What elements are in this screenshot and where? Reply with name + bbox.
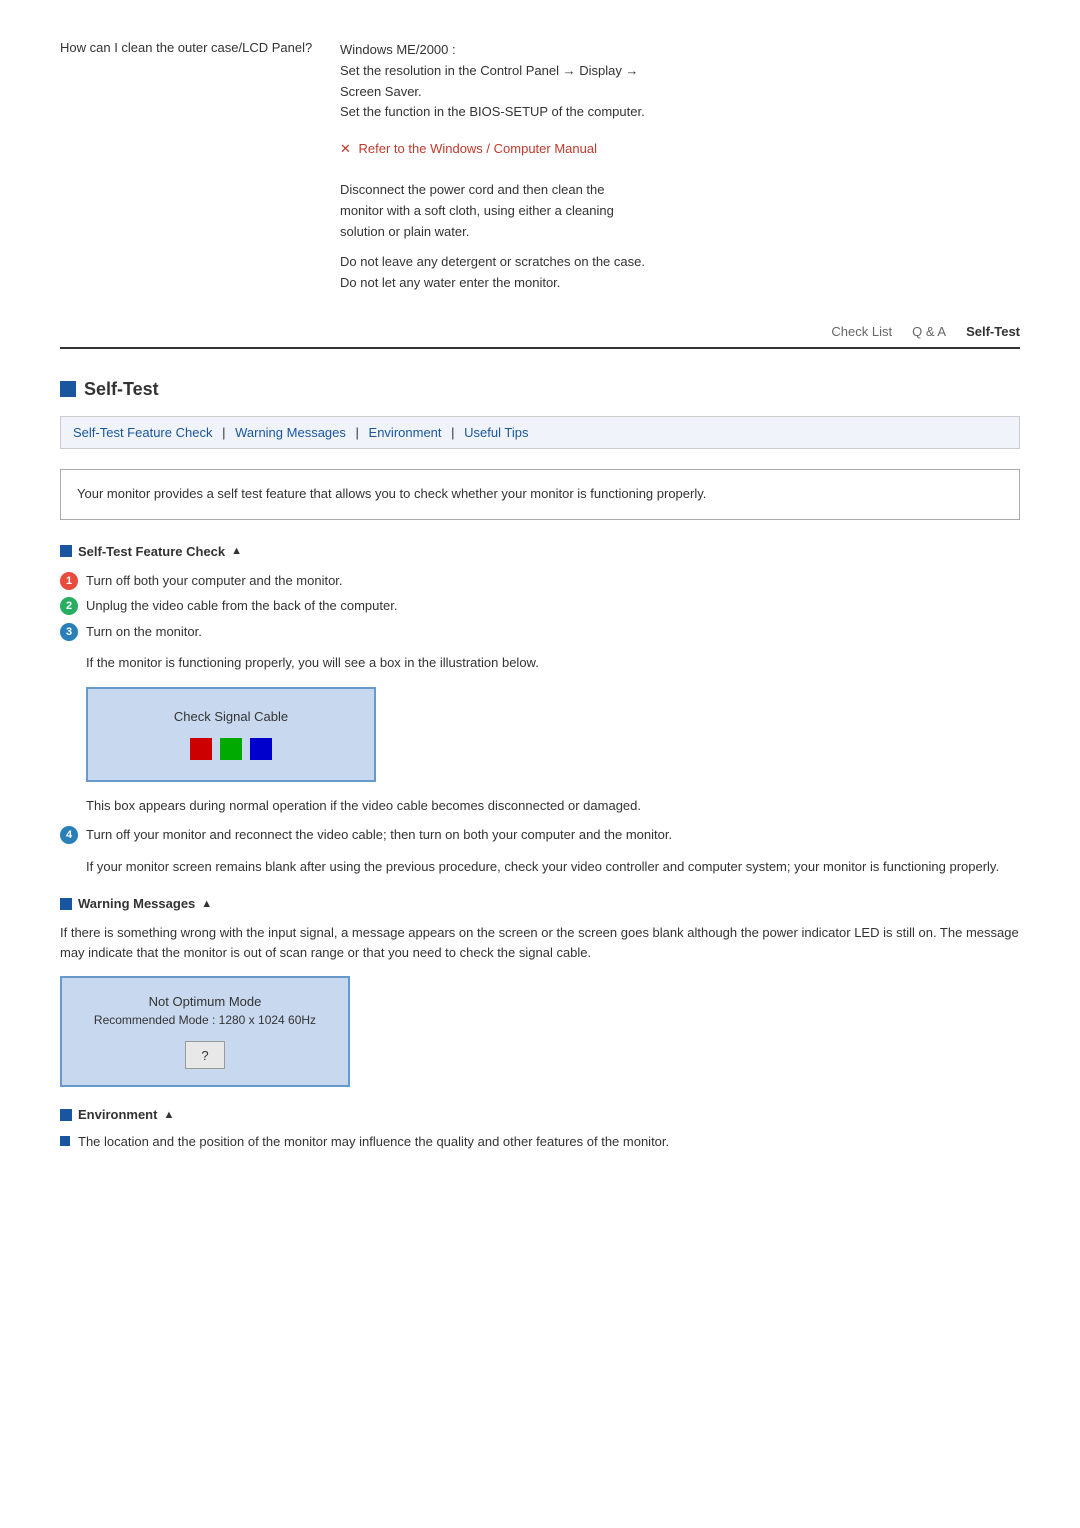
recommended-mode-label: Recommended Mode : 1280 x 1024 60Hz — [78, 1013, 332, 1027]
step-2: 2 Unplug the video cable from the back o… — [60, 596, 1020, 616]
step-4-number: 4 — [60, 826, 78, 844]
cleaning-line3: solution or plain water. — [340, 222, 1020, 243]
step-4-text: Turn off your monitor and reconnect the … — [86, 825, 1020, 845]
sub-nav-useful-tips[interactable]: Useful Tips — [464, 425, 528, 440]
feature-check-triangle: ▲ — [231, 545, 242, 557]
sub-nav-environment[interactable]: Environment — [369, 425, 442, 440]
monitor-illustration-box: Check Signal Cable — [86, 687, 376, 782]
sub-nav-feature-check[interactable]: Self-Test Feature Check — [73, 425, 212, 440]
cleaning-line1: Disconnect the power cord and then clean… — [340, 180, 1020, 201]
tab-qa[interactable]: Q & A — [912, 324, 946, 343]
step-3-indent: If the monitor is functioning properly, … — [86, 653, 1020, 673]
sub-nav-sep1: | — [222, 425, 225, 440]
windows-line3: Set the function in the BIOS-SETUP of th… — [340, 102, 1020, 123]
step-4: 4 Turn off your monitor and reconnect th… — [60, 825, 1020, 845]
tab-check-list[interactable]: Check List — [831, 324, 892, 343]
not-optimum-mode-label: Not Optimum Mode — [78, 994, 332, 1009]
self-test-section-icon — [60, 381, 76, 397]
sub-nav-sep2: | — [356, 425, 359, 440]
step-3-text: Turn on the monitor. — [86, 622, 1020, 642]
warning-illustration-box: Not Optimum Mode Recommended Mode : 1280… — [60, 976, 350, 1087]
step-1: 1 Turn off both your computer and the mo… — [60, 571, 1020, 591]
step-4-indent: If your monitor screen remains blank aft… — [86, 857, 1020, 877]
environment-item-1: The location and the position of the mon… — [60, 1134, 1020, 1149]
box-note-text: This box appears during normal operation… — [86, 796, 1020, 816]
check-signal-cable-label: Check Signal Cable — [108, 709, 354, 724]
cleaning-line5: Do not let any water enter the monitor. — [340, 273, 1020, 294]
bullet-icon-1 — [60, 1136, 70, 1146]
step-3: 3 Turn on the monitor. — [60, 622, 1020, 642]
red-square — [190, 738, 212, 760]
environment-title: Environment — [78, 1107, 157, 1122]
environment-triangle: ▲ — [163, 1109, 174, 1121]
self-test-title: Self-Test — [84, 379, 159, 400]
x-mark-icon: ✕ — [340, 141, 351, 156]
green-square — [220, 738, 242, 760]
warning-messages-description: If there is something wrong with the inp… — [60, 923, 1020, 962]
environment-icon — [60, 1109, 72, 1121]
qa-question-label: How can I clean the outer case/LCD Panel… — [60, 40, 312, 55]
warning-messages-title: Warning Messages — [78, 896, 195, 911]
cleaning-line4: Do not leave any detergent or scratches … — [340, 252, 1020, 273]
step-1-number: 1 — [60, 572, 78, 590]
sub-nav-warning-messages[interactable]: Warning Messages — [235, 425, 346, 440]
blue-square — [250, 738, 272, 760]
warning-messages-triangle: ▲ — [201, 898, 212, 910]
environment-item-1-text: The location and the position of the mon… — [78, 1134, 669, 1149]
windows-line2: Screen Saver. — [340, 82, 1020, 103]
step-1-text: Turn off both your computer and the moni… — [86, 571, 1020, 591]
warning-messages-icon — [60, 898, 72, 910]
tab-self-test[interactable]: Self-Test — [966, 324, 1020, 349]
color-squares-row — [108, 738, 354, 760]
step-2-text: Unplug the video cable from the back of … — [86, 596, 1020, 616]
sub-nav-sep3: | — [451, 425, 454, 440]
feature-check-icon — [60, 545, 72, 557]
feature-check-title: Self-Test Feature Check — [78, 544, 225, 559]
refer-link[interactable]: Refer to the Windows / Computer Manual — [359, 141, 597, 156]
self-test-info-box: Your monitor provides a self test featur… — [60, 469, 1020, 520]
windows-label: Windows ME/2000 : — [340, 40, 1020, 61]
step-2-number: 2 — [60, 597, 78, 615]
question-mark-box: ? — [185, 1041, 225, 1069]
windows-line1: Set the resolution in the Control Panel … — [340, 61, 1020, 82]
cleaning-line2: monitor with a soft cloth, using either … — [340, 201, 1020, 222]
step-3-number: 3 — [60, 623, 78, 641]
sub-navigation: Self-Test Feature Check | Warning Messag… — [60, 416, 1020, 449]
